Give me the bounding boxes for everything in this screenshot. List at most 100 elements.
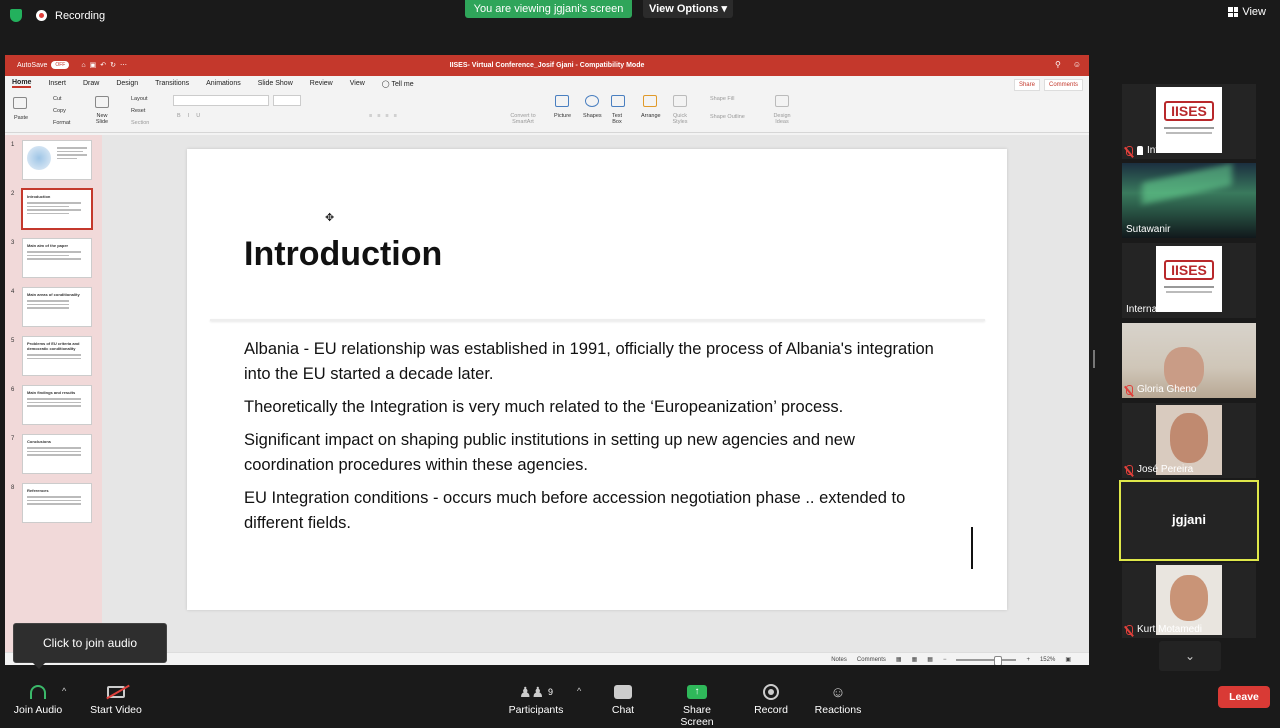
convert-smartart-button[interactable]: Convert to SmartArt (507, 113, 539, 125)
reactions-icon: ☺ (830, 683, 846, 701)
normal-view-icon[interactable]: ▦ (896, 656, 902, 663)
slide-thumbnail[interactable] (22, 140, 92, 180)
thumbnail-item[interactable]: 2 Introduction (5, 188, 102, 231)
arrange-icon[interactable] (643, 95, 657, 107)
slide-thumbnail[interactable]: Conclusions (22, 434, 92, 474)
status-comments-button[interactable]: Comments (857, 657, 886, 663)
tab-review[interactable]: Review (310, 80, 333, 87)
participant-tile[interactable]: Sutawanir (1122, 163, 1256, 238)
tab-draw[interactable]: Draw (83, 80, 99, 87)
new-slide-label[interactable]: New Slide (91, 113, 113, 125)
design-ideas-label[interactable]: Design Ideas (771, 113, 793, 125)
scroll-participants-down-button[interactable]: ⌄ (1159, 641, 1221, 671)
quick-styles-icon[interactable] (673, 95, 687, 107)
slide-title[interactable]: Introduction (244, 235, 442, 274)
participant-tile[interactable]: IISES International Inst... (1122, 243, 1256, 318)
copy-button[interactable]: Copy (53, 108, 66, 114)
participant-tile[interactable]: IISES Internatio... (1122, 84, 1256, 159)
shapes-label[interactable]: Shapes (583, 113, 602, 119)
arrange-label[interactable]: Arrange (641, 113, 661, 119)
format-painter-button[interactable]: Format (53, 120, 70, 126)
slide-thumbnail-selected[interactable]: Introduction (21, 188, 93, 230)
participants-button[interactable]: ♟♟ 9 Participants (506, 682, 566, 717)
sorter-view-icon[interactable]: ▦ (912, 656, 918, 663)
audio-options-caret[interactable]: ^ (62, 686, 66, 696)
slide-thumbnail[interactable]: Main areas of conditionality (22, 287, 92, 327)
reset-button[interactable]: Reset (131, 108, 145, 114)
slide-thumbnail[interactable]: Main findings and results (22, 385, 92, 425)
mic-muted-icon (1126, 145, 1133, 156)
zoom-out-icon[interactable]: − (943, 657, 947, 663)
fit-window-icon[interactable]: ▣ (1065, 656, 1071, 663)
share-screen-button[interactable]: ↑ Share Screen (666, 682, 728, 728)
zoom-in-icon[interactable]: + (1026, 657, 1030, 663)
participants-options-caret[interactable]: ^ (577, 686, 581, 696)
section-button[interactable]: Section (131, 120, 149, 126)
slide-thumbnail[interactable]: Problems of EU criteria and democratic c… (22, 336, 92, 376)
join-audio-button[interactable]: Join Audio (12, 682, 64, 716)
picture-icon[interactable] (555, 95, 569, 107)
tab-home[interactable]: Home (12, 79, 32, 88)
design-ideas-icon[interactable] (775, 95, 789, 107)
shape-fill-button[interactable]: Shape Fill (710, 96, 734, 102)
font-family-select[interactable] (173, 95, 269, 106)
thumbnail-item[interactable]: 4 Main areas of conditionality (5, 287, 102, 329)
reading-view-icon[interactable]: ▦ (927, 656, 933, 663)
view-options-button[interactable]: View Options ▾ (643, 0, 733, 18)
cut-button[interactable]: Cut (53, 96, 62, 102)
thumbnail-item[interactable]: 6 Main findings and results (5, 385, 102, 427)
tab-design[interactable]: Design (116, 80, 138, 87)
slide-body-text[interactable]: Albania - EU relationship was establishe… (244, 337, 944, 544)
participant-tile[interactable]: Gloria Gheno (1122, 323, 1256, 398)
thumbnail-item[interactable]: 7 Conclusions (5, 434, 102, 476)
layout-button[interactable]: Layout (131, 96, 148, 102)
picture-label[interactable]: Picture (554, 113, 571, 119)
slide-thumbnail[interactable]: References (22, 483, 92, 523)
font-format-controls[interactable]: BIU (177, 113, 207, 119)
security-shield-icon[interactable] (10, 9, 22, 22)
participant-tile[interactable]: José Pereira (1122, 403, 1256, 478)
account-icon[interactable]: ☺ (1073, 60, 1081, 69)
thumbnail-item[interactable]: 1 (5, 140, 102, 182)
join-audio-tooltip[interactable]: Click to join audio (13, 623, 167, 669)
zoom-slider[interactable] (956, 655, 1017, 665)
participant-tile[interactable]: Kurt Motamedi (1122, 563, 1256, 638)
thumbnail-item[interactable]: 5 Problems of EU criteria and democratic… (5, 336, 102, 378)
tab-tell-me[interactable]: ◯ Tell me (382, 80, 414, 88)
shape-outline-button[interactable]: Shape Outline (710, 114, 745, 120)
participant-name: Kurt Motamedi (1137, 624, 1203, 635)
tab-view[interactable]: View (350, 80, 365, 87)
shapes-icon[interactable] (585, 95, 599, 107)
chat-button[interactable]: Chat (606, 682, 640, 716)
comments-button[interactable]: Comments (1043, 79, 1083, 91)
paragraph-controls[interactable]: ≡≡≡≡ (369, 113, 402, 119)
tab-transitions[interactable]: Transitions (155, 80, 189, 87)
thumbnail-item[interactable]: 8 References (5, 483, 102, 525)
panel-splitter-handle[interactable] (1093, 350, 1095, 368)
paste-icon[interactable] (13, 97, 27, 109)
reactions-button[interactable]: ☺ Reactions (814, 682, 862, 717)
search-icon[interactable]: ⚲ (1055, 60, 1061, 69)
new-slide-icon[interactable] (95, 96, 109, 108)
tab-insert[interactable]: Insert (48, 80, 66, 87)
recording-dot-icon (36, 10, 47, 21)
self-participant-tile[interactable]: jgjani (1119, 480, 1259, 561)
font-size-select[interactable] (273, 95, 301, 106)
slide-paragraph: Significant impact on shaping public ins… (244, 431, 855, 474)
leave-button[interactable]: Leave (1218, 686, 1270, 708)
view-layout-button[interactable]: View (1228, 6, 1266, 18)
share-button[interactable]: Share (1013, 79, 1040, 91)
text-box-label[interactable]: Text Box (609, 113, 625, 125)
slide-thumbnail[interactable]: Main aim of the paper (22, 238, 92, 278)
zoom-level[interactable]: 152% (1040, 657, 1055, 663)
thumbnail-item[interactable]: 3 Main aim of the paper (5, 238, 102, 280)
notes-button[interactable]: Notes (831, 657, 847, 663)
text-box-icon[interactable] (611, 95, 625, 107)
current-slide[interactable]: ✥ Introduction Albania - EU relationship… (187, 149, 1007, 610)
self-participant-name: jgjani (1172, 512, 1206, 527)
start-video-button[interactable]: Start Video (88, 682, 144, 716)
tab-animations[interactable]: Animations (206, 80, 241, 87)
record-button[interactable]: Record (752, 682, 790, 716)
quick-styles-label[interactable]: Quick Styles (669, 113, 691, 125)
tab-slide-show[interactable]: Slide Show (258, 80, 293, 87)
